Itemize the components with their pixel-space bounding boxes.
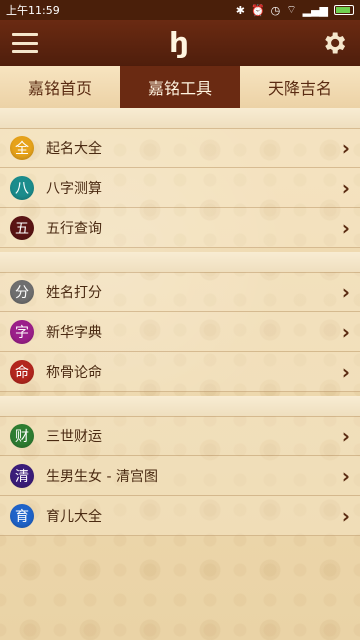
badge-icon: 分 [10, 280, 34, 304]
clock-icon: ◷ [270, 3, 281, 17]
list-item-label: 五行查询 [46, 220, 102, 237]
list-item-wuxing[interactable]: 五 五行查询 › [0, 208, 360, 248]
list-item-label: 八字测算 [46, 180, 102, 197]
chevron-right-icon: › [341, 319, 350, 344]
list-item-label: 三世财运 [46, 429, 102, 445]
chevron-right-icon: › [341, 175, 350, 200]
list-item-fortune[interactable]: 财 三世财运 › [0, 416, 360, 456]
badge-icon: 五 [10, 215, 34, 240]
signal-icon: ▂▄▆ [302, 3, 328, 17]
tab-bar: 嘉铭首页 嘉铭工具 天降吉名 [0, 66, 360, 108]
tab-home[interactable]: 嘉铭首页 [0, 66, 120, 108]
badge-icon: 育 [10, 503, 34, 528]
list-item-label: 起名大全 [46, 141, 102, 157]
alarm-icon: ⏰ [250, 3, 265, 17]
tool-section-2: 分 姓名打分 › 字 新华字典 › 命 称骨论命 › [0, 272, 360, 392]
chevron-right-icon: › [341, 215, 350, 240]
list-item-label: 称骨论命 [46, 364, 102, 381]
list-item-parenting[interactable]: 育 育儿大全 › [0, 496, 360, 536]
section-divider [0, 108, 360, 128]
badge-icon: 全 [10, 136, 34, 160]
bluetooth-icon: ✱ [235, 3, 245, 17]
badge-icon: 字 [10, 319, 34, 344]
badge-icon: 清 [10, 463, 34, 488]
badge-icon: 财 [10, 424, 34, 448]
section-divider [0, 252, 360, 272]
list-item-bone-weight[interactable]: 命 称骨论命 › [0, 352, 360, 392]
tab-lucky-name[interactable]: 天降吉名 [240, 66, 360, 108]
list-item-label: 育儿大全 [46, 508, 102, 525]
chevron-right-icon: › [341, 136, 350, 160]
chevron-right-icon: › [341, 424, 350, 448]
status-bar: 上午11:59 ✱ ⏰ ◷ ⌔ ▂▄▆ [0, 0, 360, 20]
list-item-naming[interactable]: 全 起名大全 › [0, 128, 360, 168]
badge-icon: 命 [10, 359, 34, 384]
tool-section-1: 全 起名大全 › 八 八字测算 › 五 五行查询 › [0, 128, 360, 248]
status-time: 上午11:59 [6, 4, 60, 17]
app-logo: ꜧ [169, 26, 189, 59]
badge-icon: 八 [10, 175, 34, 200]
tab-tools[interactable]: 嘉铭工具 [120, 66, 240, 108]
list-item-gender-chart[interactable]: 清 生男生女 - 清宫图 › [0, 456, 360, 496]
battery-icon [334, 5, 354, 15]
list-item-label: 新华字典 [46, 324, 102, 341]
section-divider [0, 396, 360, 416]
status-icons: ✱ ⏰ ◷ ⌔ ▂▄▆ [236, 3, 354, 17]
list-item-label: 姓名打分 [46, 285, 102, 301]
list-item-name-score[interactable]: 分 姓名打分 › [0, 272, 360, 312]
chevron-right-icon: › [341, 359, 350, 384]
list-item-bazi[interactable]: 八 八字测算 › [0, 168, 360, 208]
chevron-right-icon: › [341, 503, 350, 528]
gear-icon[interactable] [320, 29, 348, 57]
list-item-dictionary[interactable]: 字 新华字典 › [0, 312, 360, 352]
chevron-right-icon: › [341, 463, 350, 488]
list-item-label: 生男生女 - 清宫图 [46, 468, 158, 485]
tool-section-3: 财 三世财运 › 清 生男生女 - 清宫图 › 育 育儿大全 › [0, 416, 360, 536]
top-app-bar: ꜧ [0, 20, 360, 66]
chevron-right-icon: › [341, 280, 350, 304]
menu-icon[interactable] [12, 33, 38, 53]
wifi-icon: ⌔ [286, 3, 297, 16]
